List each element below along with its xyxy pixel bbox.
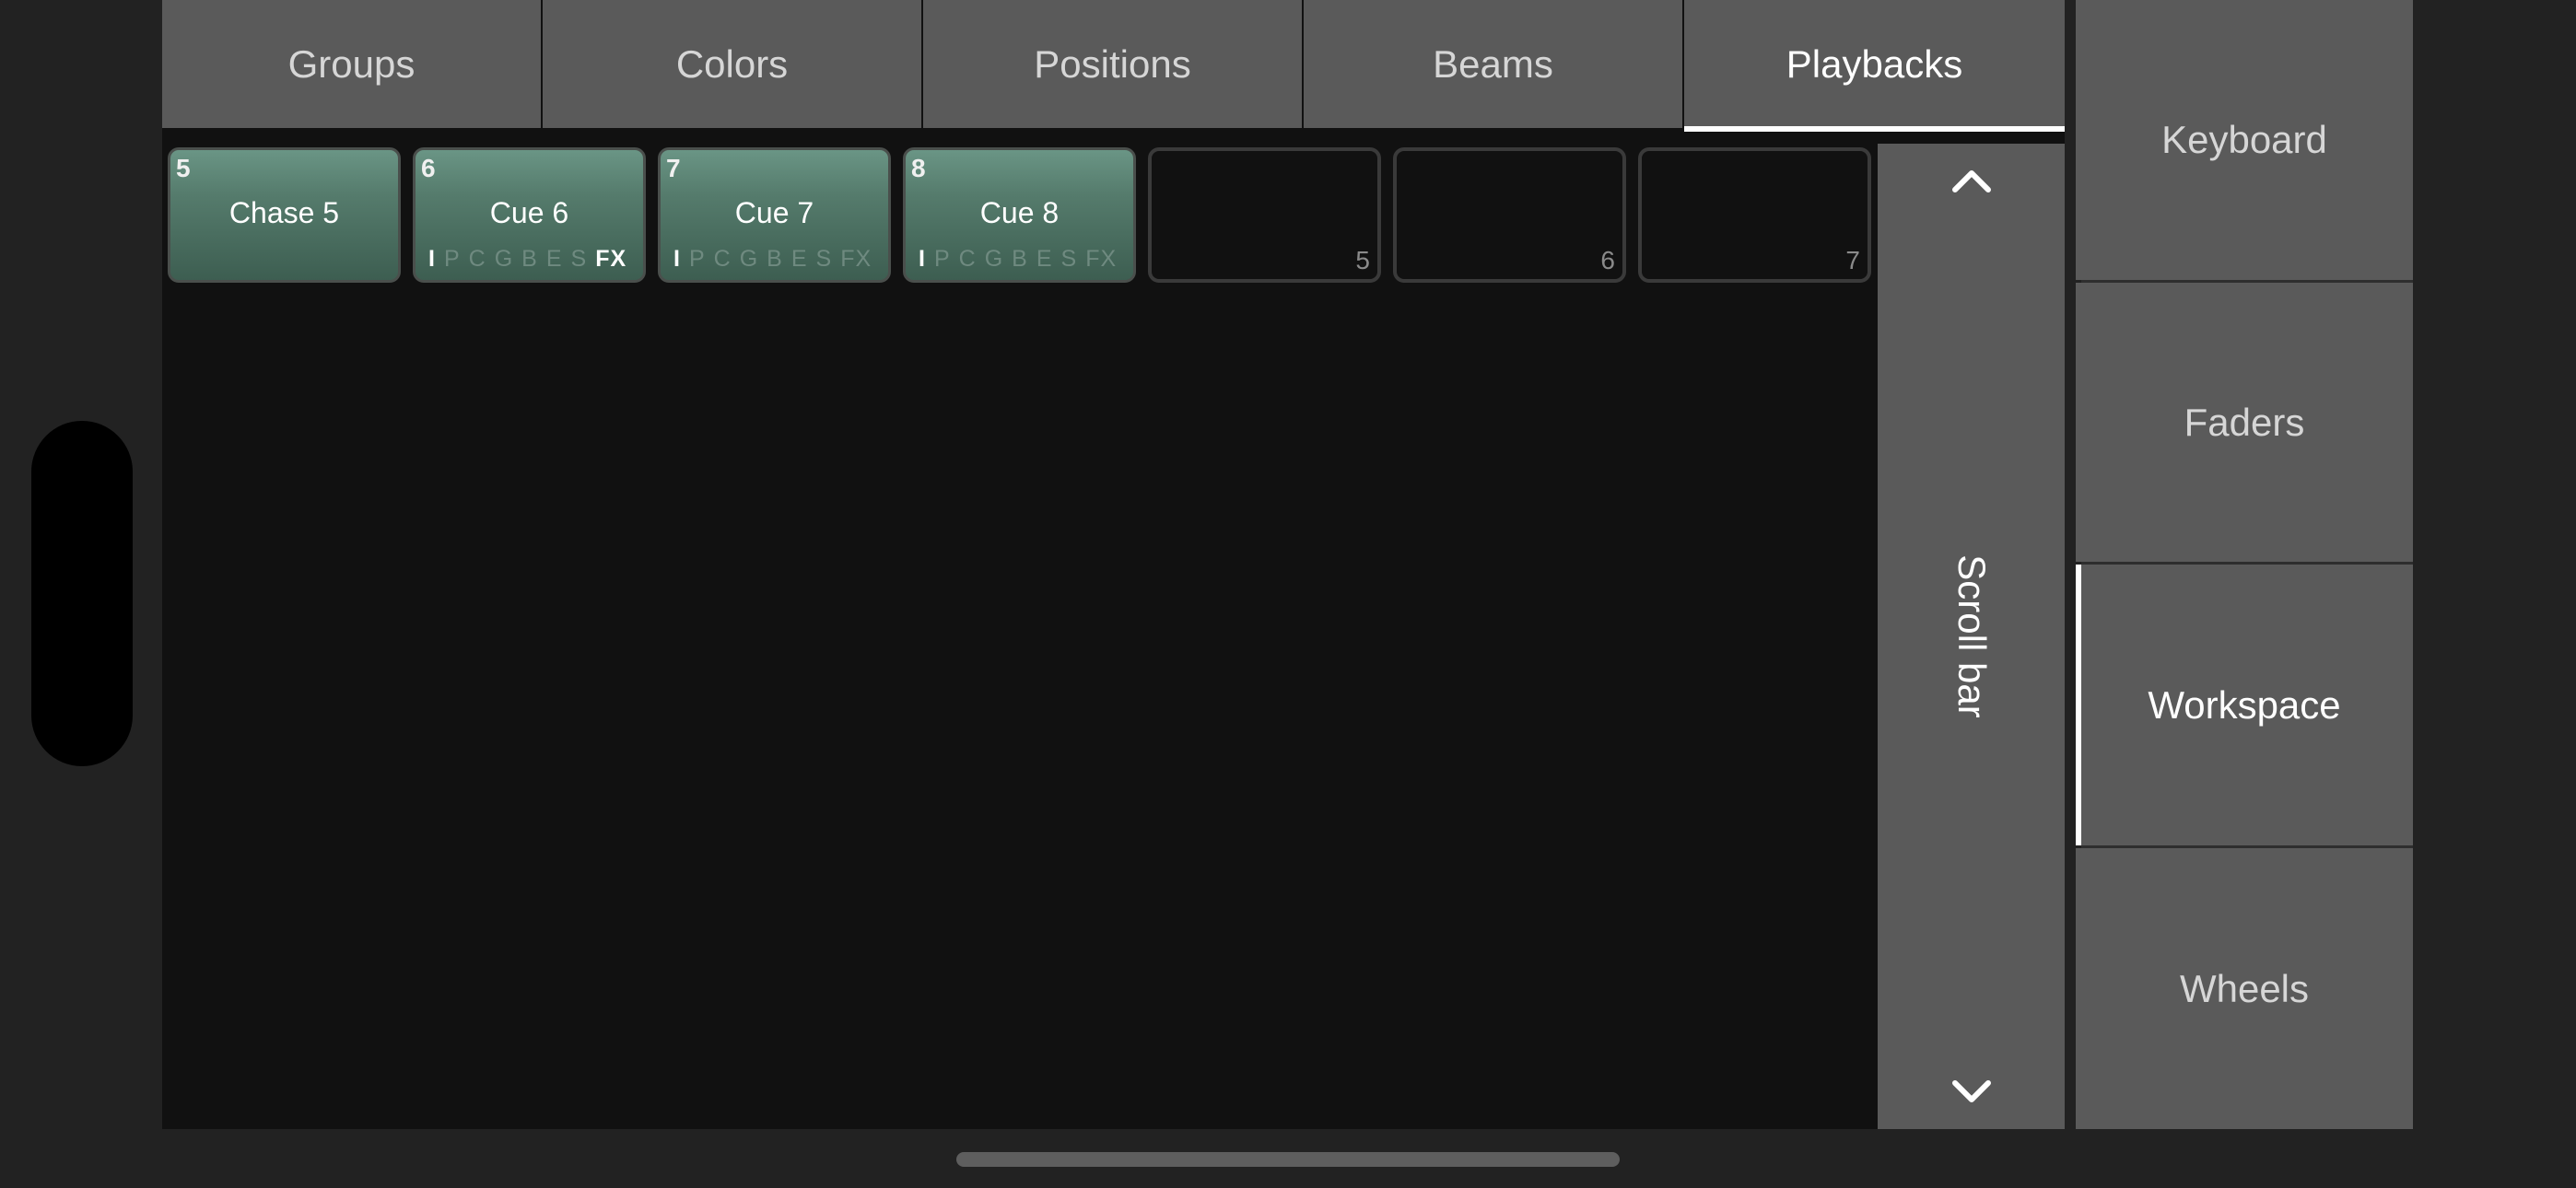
playback-number: 5 [176, 154, 191, 182]
flag-effect: E [545, 246, 563, 272]
playback-number: 8 [911, 154, 926, 182]
tab-playbacks[interactable]: Playbacks [1684, 0, 2065, 132]
scroll-bar[interactable]: Scroll bar [1878, 144, 2065, 1129]
playback-name: Cue 8 [979, 196, 1060, 229]
empty-playback-slot[interactable]: 7 [1638, 147, 1871, 283]
sidebar-item-keyboard[interactable]: Keyboard [2076, 0, 2413, 280]
attribute-flags: I P C G B E S FX [673, 246, 880, 273]
slot-number: 6 [1600, 246, 1615, 274]
playback-tile[interactable]: 8 Cue 8 I P C G B E S FX [903, 147, 1136, 283]
flag-fx: FX [840, 246, 872, 272]
empty-playback-slot[interactable]: 6 [1393, 147, 1626, 283]
flag-intensity: I [919, 246, 926, 272]
playback-tile[interactable]: 7 Cue 7 I P C G B E S FX [658, 147, 891, 283]
playback-name: Chase 5 [228, 196, 340, 229]
sidebar-item-workspace[interactable]: Workspace [2076, 565, 2413, 845]
flag-gobo: G [984, 246, 1004, 272]
camera-cutout [31, 421, 133, 766]
flag-beam: B [767, 246, 783, 272]
sidebar-item-faders[interactable]: Faders [2076, 283, 2413, 562]
attribute-flags: I P C G B E S FX [428, 246, 635, 273]
empty-playback-slot[interactable]: 5 [1148, 147, 1381, 283]
flag-special: S [1060, 246, 1078, 272]
attribute-flags: I P C G B E S FX [919, 246, 1125, 273]
playback-number: 7 [666, 154, 681, 182]
flag-gobo: G [739, 246, 759, 272]
flag-intensity: I [428, 246, 436, 272]
chevron-down-icon[interactable] [1878, 1065, 2065, 1120]
tab-colors[interactable]: Colors [543, 0, 921, 128]
tab-bar: Groups Colors Positions Beams Playbacks [162, 0, 2065, 132]
flag-beam: B [521, 246, 538, 272]
slot-number: 7 [1845, 246, 1860, 274]
sidebar-item-label: Workspace [2148, 682, 2341, 727]
flag-position: P [933, 246, 951, 272]
playback-tile[interactable]: 5 Chase 5 [168, 147, 401, 283]
playback-grid: 5 Chase 5 6 Cue 6 I P C G B E S FX 7 Cue… [168, 147, 1883, 283]
flag-color: C [468, 246, 486, 272]
playback-tile[interactable]: 6 Cue 6 I P C G B E S FX [413, 147, 646, 283]
flag-position: P [443, 246, 461, 272]
flag-position: P [688, 246, 706, 272]
sidebar-item-label: Faders [2184, 400, 2305, 444]
tab-beams[interactable]: Beams [1304, 0, 1682, 128]
flag-color: C [713, 246, 732, 272]
playback-number: 6 [421, 154, 436, 182]
home-indicator[interactable] [956, 1152, 1620, 1167]
sidebar: Keyboard Faders Workspace Wheels [2076, 0, 2413, 1129]
flag-intensity: I [673, 246, 681, 272]
flag-special: S [570, 246, 588, 272]
screen: Groups Colors Positions Beams Playbacks … [0, 0, 2576, 1188]
tab-positions[interactable]: Positions [923, 0, 1302, 128]
sidebar-item-label: Keyboard [2161, 118, 2327, 161]
flag-special: S [815, 246, 833, 272]
playback-name: Cue 7 [734, 196, 814, 229]
slot-number: 5 [1355, 246, 1370, 274]
flag-effect: E [790, 246, 808, 272]
sidebar-item-wheels[interactable]: Wheels [2076, 848, 2413, 1129]
chevron-up-icon[interactable] [1878, 153, 2065, 208]
flag-fx: FX [1085, 246, 1118, 272]
scroll-bar-label: Scroll bar [1950, 554, 1994, 718]
playback-name: Cue 6 [489, 196, 569, 229]
main-panel: Groups Colors Positions Beams Playbacks … [162, 0, 2065, 1129]
flag-gobo: G [494, 246, 514, 272]
tab-groups[interactable]: Groups [162, 0, 541, 128]
sidebar-item-label: Wheels [2179, 966, 2310, 1010]
flag-color: C [958, 246, 977, 272]
flag-fx: FX [595, 246, 627, 272]
flag-beam: B [1012, 246, 1028, 272]
flag-effect: E [1036, 246, 1053, 272]
